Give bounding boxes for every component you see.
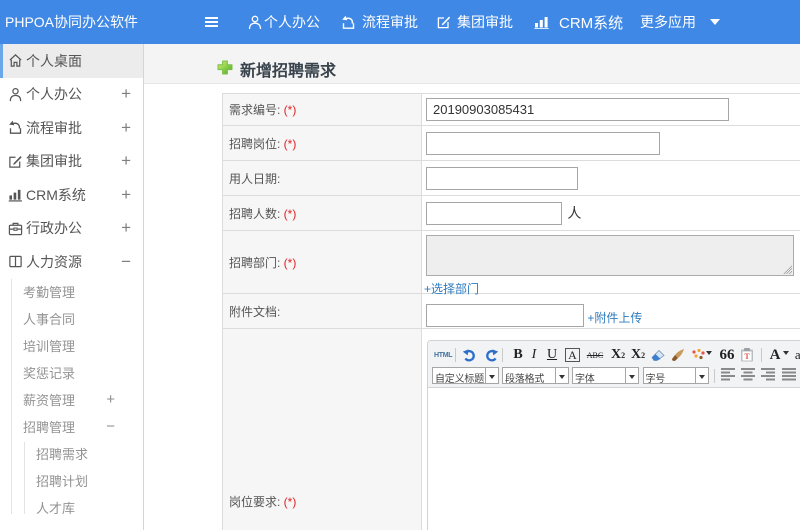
svg-text:T: T xyxy=(744,352,750,361)
